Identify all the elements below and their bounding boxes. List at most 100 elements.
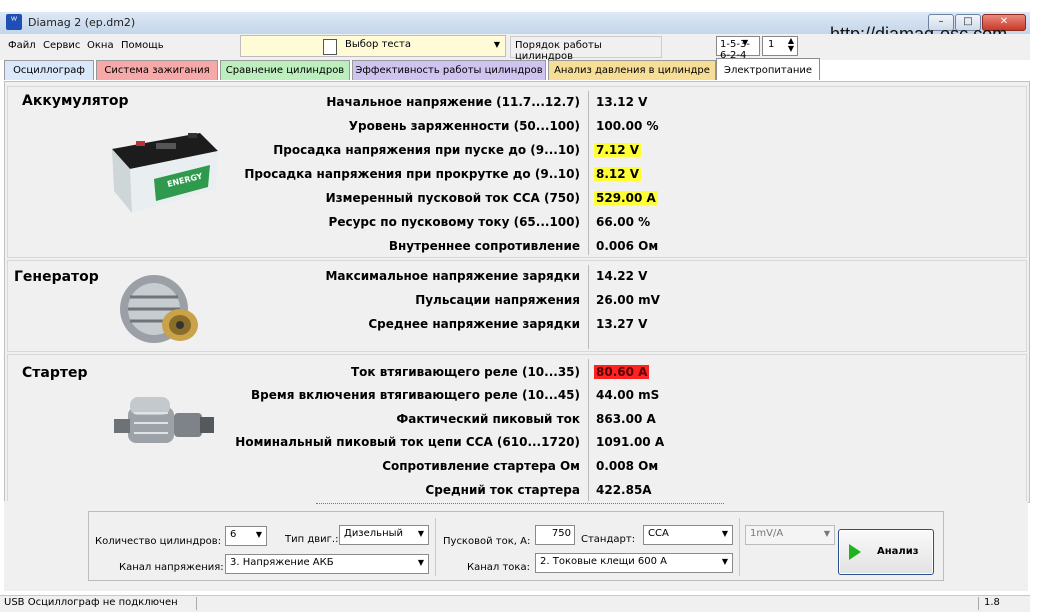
standard-label: Стандарт: [581, 534, 636, 545]
cyl-count-select[interactable]: 6 ▼ [225, 526, 267, 546]
battery-value-2: 7.12 V [594, 143, 642, 157]
battery-section: Аккумулятор ENERGY Начальное напряжение … [7, 86, 1027, 258]
chevron-down-icon: ▼ [255, 530, 262, 539]
status-text: USB Осциллограф не подключен [4, 597, 178, 608]
tab-pressure-analysis[interactable]: Анализ давления в цилиндре [548, 60, 716, 80]
tab-bar: Осциллограф Система зажигания Сравнение … [4, 58, 1028, 82]
chevron-down-icon: ▼ [823, 529, 830, 538]
spinner-arrows-icon[interactable]: ▲ ▼ [788, 37, 794, 53]
start-current-value: 750 [551, 528, 571, 539]
tab-power-supply[interactable]: Электропитание [716, 58, 820, 80]
chevron-down-icon: ▼ [721, 557, 728, 566]
current-channel-label: Канал тока: [467, 562, 530, 573]
starter-value-2: 863.00 A [596, 412, 656, 426]
chevron-down-icon: ▼ [417, 529, 424, 538]
battery-label-4: Измеренный пусковой ток CCA (750) [325, 191, 580, 205]
voltage-channel-label: Канал напряжения: [119, 562, 224, 573]
battery-label-0: Начальное напряжение (11.7...12.7) [326, 95, 580, 109]
starter-value-1: 44.00 mS [596, 388, 660, 402]
power-supply-panel: Аккумулятор ENERGY Начальное напряжение … [4, 81, 1030, 503]
document-icon [323, 39, 337, 55]
generator-label-2: Среднее напряжение зарядки [368, 317, 580, 331]
battery-label-6: Внутреннее сопротивление [388, 239, 580, 253]
starter-label-4: Сопротивление стартера Ом [382, 459, 580, 473]
chevron-down-icon[interactable]: ▼ [742, 38, 748, 47]
generator-section: Генератор Максимальное напряжение зарядк… [7, 260, 1027, 352]
cylinder-order-label-box: Порядок работы цилиндров [510, 36, 662, 62]
current-channel-select[interactable]: 2. Токовые клещи 600 А ▼ [535, 553, 733, 573]
tab-cylinder-efficiency[interactable]: Эффективность работы цилиндров [352, 60, 546, 80]
splitter-handle[interactable] [316, 503, 724, 508]
cylinder-order-spinner[interactable]: 1 ▲ ▼ [762, 36, 798, 56]
generator-value-2: 13.27 V [596, 317, 648, 331]
battery-value-3: 8.12 V [594, 167, 642, 181]
standard-select[interactable]: CCA ▼ [643, 525, 733, 545]
test-select-dropdown[interactable]: Выбор теста ▼ [240, 35, 506, 57]
starter-value-3: 1091.00 A [596, 435, 665, 449]
menu-help[interactable]: Помощь [121, 40, 164, 51]
cylinder-order-label: Порядок работы цилиндров [515, 40, 602, 62]
status-bar: USB Осциллограф не подключен 1.8 [0, 595, 1030, 612]
battery-value-4: 529.00 A [594, 191, 658, 205]
test-select-label: Выбор теста [345, 39, 411, 50]
battery-value-6: 0.006 Ом [596, 239, 659, 253]
window-title: Diamag 2 (ep.dm2) [28, 16, 136, 29]
starter-value-4: 0.008 Ом [596, 459, 659, 473]
divider [435, 518, 436, 576]
chevron-down-icon: ▼ [493, 40, 500, 49]
starter-label-0: Ток втягивающего реле (10...35) [350, 365, 580, 379]
divider [739, 518, 740, 576]
voltage-channel-value: 3. Напряжение АКБ [230, 557, 334, 568]
tab-ignition[interactable]: Система зажигания [96, 60, 218, 80]
spinner-value: 1 [768, 39, 775, 50]
battery-label-3: Просадка напряжения при прокрутке до (9.… [244, 167, 580, 181]
engine-type-label: Тип двиг.: [285, 534, 339, 545]
battery-title: Аккумулятор [22, 93, 129, 109]
chevron-down-icon: ▼ [721, 529, 728, 538]
chevron-down-icon: ▼ [417, 558, 424, 567]
cyl-count-label: Количество цилиндров: [95, 536, 222, 547]
generator-label-0: Максимальное напряжение зарядки [325, 269, 580, 283]
cyl-count-value: 6 [230, 529, 237, 540]
generator-value-1: 26.00 mV [596, 293, 660, 307]
analyze-button[interactable]: Анализ [838, 529, 934, 575]
starter-label-1: Время включения втягивающего реле (10...… [251, 388, 580, 402]
controls-frame: Количество цилиндров: 6 ▼ Тип двиг.: Дизе… [88, 511, 944, 581]
column-divider [588, 91, 589, 255]
sensitivity-value: 1mV/A [750, 528, 784, 539]
version-text: 1.8 [984, 597, 1000, 608]
starter-title: Стартер [22, 365, 88, 381]
app-icon: ᵂ [6, 14, 22, 30]
starter-value-0: 80.60 A [594, 365, 650, 379]
starter-section: Стартер Ток втягивающего реле (10...35) … [7, 354, 1027, 502]
voltage-channel-select[interactable]: 3. Напряжение АКБ ▼ [225, 554, 429, 574]
play-icon [849, 544, 861, 560]
battery-label-2: Просадка напряжения при пуске до (9...10… [273, 143, 580, 157]
status-divider [196, 597, 197, 610]
standard-value: CCA [648, 528, 669, 539]
battery-value-0: 13.12 V [596, 95, 648, 109]
cylinder-order-select[interactable]: 1-5-3-6-2-4 [716, 36, 760, 61]
start-current-input[interactable]: 750 [535, 525, 575, 545]
start-current-label: Пусковой ток, А: [443, 536, 531, 547]
tab-cylinder-compare[interactable]: Сравнение цилиндров [220, 60, 350, 80]
battery-label-1: Уровень заряженности (50...100) [348, 119, 580, 133]
column-divider [588, 359, 589, 502]
analyze-label: Анализ [877, 546, 919, 557]
starter-label-3: Номинальный пиковый ток цепи CCA (610...… [235, 435, 580, 449]
generator-image [120, 275, 198, 343]
menu-file[interactable]: Файл [8, 40, 36, 51]
menu-windows[interactable]: Окна [87, 40, 114, 51]
sensitivity-select: 1mV/A ▼ [745, 525, 835, 545]
generator-title: Генератор [14, 269, 99, 285]
menu-service[interactable]: Сервис [43, 40, 80, 51]
generator-value-0: 14.22 V [596, 269, 648, 283]
starter-value-5: 422.85A [596, 483, 652, 497]
column-divider [588, 265, 589, 349]
engine-type-select[interactable]: Дизельный ▼ [339, 525, 429, 545]
engine-type-value: Дизельный [344, 528, 403, 539]
tab-oscilloscope[interactable]: Осциллограф [4, 60, 94, 80]
current-channel-value: 2. Токовые клещи 600 А [540, 556, 668, 567]
battery-value-5: 66.00 % [596, 215, 651, 229]
battery-value-1: 100.00 % [596, 119, 659, 133]
